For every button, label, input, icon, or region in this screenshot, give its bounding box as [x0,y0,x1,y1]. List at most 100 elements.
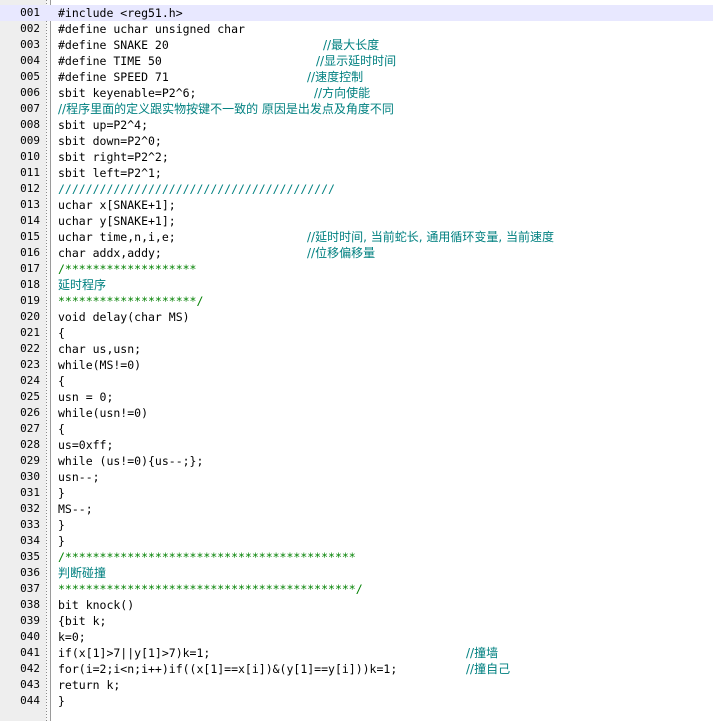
line-number: 032 [20,502,40,515]
code-line[interactable]: 017 /******************* [0,261,713,277]
code-line[interactable]: 014 uchar y[SNAKE+1]; [0,213,713,229]
line-number: 034 [20,534,40,547]
code-line[interactable]: 012 /////////////////////////////////////… [0,181,713,197]
code-line[interactable]: 010 sbit right=P2^2; [0,149,713,165]
line-number: 001 [20,6,40,19]
inline-comment: //撞自己 [466,662,511,676]
line-number: 019 [20,294,40,307]
code-line[interactable]: 025 usn = 0; [0,389,713,405]
line-number: 037 [20,582,40,595]
line-number: 044 [20,694,40,707]
code-text: usn = 0; [58,390,114,404]
code-line[interactable]: 042 for(i=2;i<n;i++)if((x[1]==x[i])&(y[1]… [0,661,713,677]
code-line[interactable]: 044} [0,693,713,709]
code-line[interactable]: 039 {bit k; [0,613,713,629]
code-text: while(MS!=0) [58,358,142,372]
code-text: } [58,534,65,548]
code-line[interactable]: 009 sbit down=P2^0; [0,133,713,149]
line-number: 031 [20,486,40,499]
line-number: 003 [20,38,40,51]
code-line[interactable]: 013 uchar x[SNAKE+1]; [0,197,713,213]
code-line[interactable]: 015 uchar time,n,i,e; //延时时间, 当前蛇长, 通用循环变量… [0,229,713,245]
code-line[interactable]: 011 sbit left=P2^1; [0,165,713,181]
code-line[interactable]: 032 MS--; [0,501,713,517]
code-line[interactable]: 020 void delay(char MS) [0,309,713,325]
code-text: #define SPEED 71 [58,70,169,84]
code-line[interactable]: 024 { [0,373,713,389]
code-text: { [58,422,65,436]
code-text: ****************************************… [58,582,363,596]
code-line[interactable]: 018 延时程序 [0,277,713,293]
line-number: 038 [20,598,40,611]
code-text: MS--; [58,502,93,516]
code-line[interactable]: 043 return k; [0,677,713,693]
code-editor[interactable]: 001 #include <reg51.h> 002 #define uchar un… [0,0,713,721]
code-text: 延时程序 [58,278,107,292]
line-number: 009 [20,134,40,147]
code-text: char addx,addy; [58,246,162,260]
code-line[interactable]: 036 判断碰撞 [0,565,713,581]
code-line[interactable]: 005 #define SPEED 71 //速度控制 [0,69,713,85]
line-number: 030 [20,470,40,483]
line-number: 027 [20,422,40,435]
line-number: 013 [20,198,40,211]
line-number: 017 [20,262,40,275]
code-line[interactable]: 007 //程序里面的定义跟实物按键不一致的 原因是出发点及角度不同 [0,101,713,117]
code-text: for(i=2;i<n;i++)if((x[1]==x[i])&(y[1]==y… [58,662,398,676]
code-line[interactable]: 041 if(x[1]>7||y[1]>7)k=1; //撞墙 [0,645,713,661]
code-line[interactable]: 026 while(usn!=0) [0,405,713,421]
code-line[interactable]: 001 #include <reg51.h> [0,5,713,21]
code-text: #define SNAKE 20 [58,38,169,52]
line-number: 021 [20,326,40,339]
code-line[interactable]: 006 sbit keyenable=P2^6; //方向使能 [0,85,713,101]
code-line[interactable]: 027 { [0,421,713,437]
inline-comment: //显示延时时间 [316,54,397,68]
line-number: 004 [20,54,40,67]
code-line[interactable]: 016 char addx,addy; //位移偏移量 [0,245,713,261]
code-line[interactable]: 034} [0,533,713,549]
code-text: uchar x[SNAKE+1]; [58,198,176,212]
code-line[interactable]: 031} [0,485,713,501]
code-line[interactable]: 029 while (us!=0){us--;}; [0,453,713,469]
code-lines[interactable]: 001 #include <reg51.h> 002 #define uchar un… [0,5,713,709]
code-text: /******************* [58,262,197,276]
code-line[interactable]: 019 ********************/ [0,293,713,309]
code-text: k=0; [58,630,86,644]
line-number: 015 [20,230,40,243]
line-number: 023 [20,358,40,371]
code-line[interactable]: 030 usn--; [0,469,713,485]
code-line[interactable]: 003 #define SNAKE 20 //最大长度 [0,37,713,53]
code-text: sbit right=P2^2; [58,150,169,164]
line-number: 022 [20,342,40,355]
code-line[interactable]: 022 char us,usn; [0,341,713,357]
line-number: 026 [20,406,40,419]
line-number: 036 [20,566,40,579]
line-number: 014 [20,214,40,227]
code-line[interactable]: 038 bit knock() [0,597,713,613]
line-number: 018 [20,278,40,291]
code-text: while (us!=0){us--;}; [58,454,204,468]
line-number: 029 [20,454,40,467]
code-text: usn--; [58,470,100,484]
line-number: 005 [20,70,40,83]
code-text: } [58,518,65,532]
line-number: 012 [20,182,40,195]
code-text: //////////////////////////////////////// [58,182,335,196]
code-line[interactable]: 040 k=0; [0,629,713,645]
code-line[interactable]: 021 { [0,325,713,341]
code-text: uchar y[SNAKE+1]; [58,214,176,228]
code-line[interactable]: 033} [0,517,713,533]
code-line[interactable]: 004 #define TIME 50 //显示延时时间 [0,53,713,69]
code-line[interactable]: 008 sbit up=P2^4; [0,117,713,133]
code-text: void delay(char MS) [58,310,190,324]
code-text: { [58,374,65,388]
code-line[interactable]: 023 while(MS!=0) [0,357,713,373]
code-text: sbit keyenable=P2^6; [58,86,197,100]
code-line[interactable]: 035 /************************************… [0,549,713,565]
code-line[interactable]: 002 #define uchar unsigned char [0,21,713,37]
code-text: sbit down=P2^0; [58,134,162,148]
line-number: 043 [20,678,40,691]
code-line[interactable]: 028 us=0xff; [0,437,713,453]
code-line[interactable]: 037 *************************************… [0,581,713,597]
inline-comment: //最大长度 [323,38,380,52]
